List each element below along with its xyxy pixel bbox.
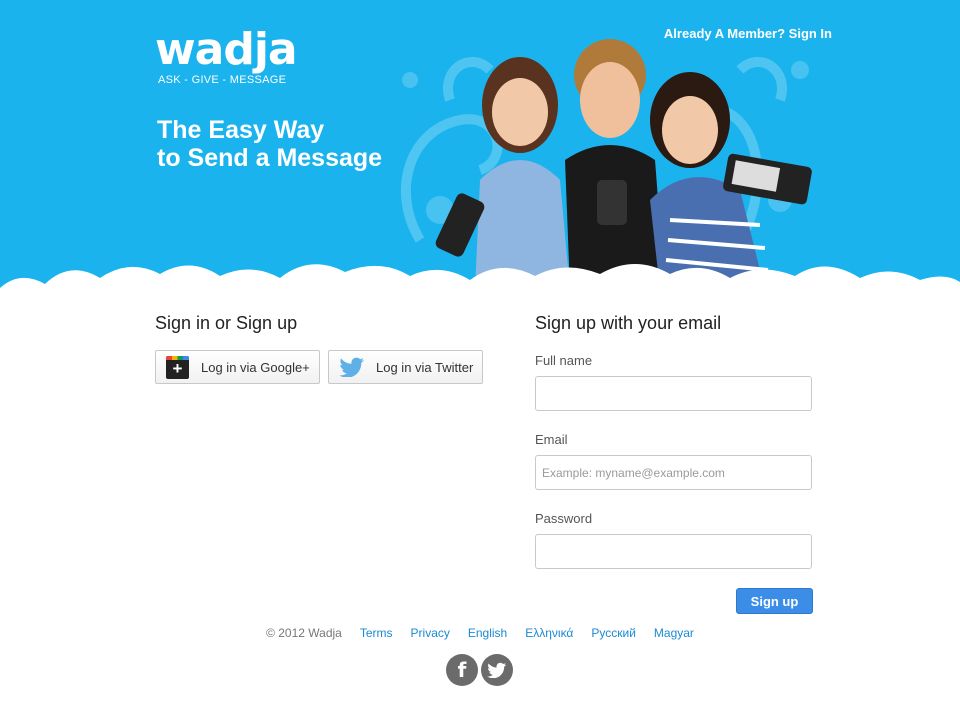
footer-link-russian[interactable]: Русский bbox=[591, 626, 636, 640]
password-label: Password bbox=[535, 511, 593, 526]
email-field[interactable] bbox=[535, 455, 812, 490]
facebook-glyph: f bbox=[457, 658, 467, 682]
sign-in-link[interactable]: Already A Member? Sign In bbox=[664, 26, 832, 41]
facebook-icon[interactable]: f bbox=[446, 654, 478, 686]
wadja-logo[interactable]: wadja bbox=[155, 26, 298, 74]
twitter-glyph bbox=[487, 662, 507, 678]
email-label: Email bbox=[535, 432, 568, 447]
password-field[interactable] bbox=[535, 534, 812, 569]
footer-link-privacy[interactable]: Privacy bbox=[411, 626, 450, 640]
hero-headline: The Easy Way to Send a Message bbox=[157, 116, 457, 172]
signin-section-title: Sign in or Sign up bbox=[155, 313, 298, 333]
signup-button[interactable]: Sign up bbox=[736, 588, 813, 614]
footer-link-english[interactable]: English bbox=[468, 626, 507, 640]
hero-banner: wadja ASK - GIVE - MESSAGE The Easy Way … bbox=[0, 0, 960, 300]
twitter-login-label: Log in via Twitter bbox=[376, 359, 474, 375]
footer: © 2012 Wadja Terms Privacy English Ελλην… bbox=[0, 626, 960, 640]
headline-line-2: to Send a Message bbox=[157, 144, 383, 172]
tagline: ASK - GIVE - MESSAGE bbox=[158, 74, 287, 86]
signup-section-title: Sign up with your email bbox=[535, 313, 722, 333]
google-login-button[interactable]: + Log in via Google+ bbox=[155, 350, 320, 384]
twitter-login-button[interactable]: Log in via Twitter bbox=[328, 350, 483, 384]
headline-line-1: The Easy Way bbox=[157, 116, 325, 144]
footer-link-hungarian[interactable]: Magyar bbox=[654, 626, 694, 640]
social-links: f bbox=[446, 654, 513, 686]
cloud-border bbox=[0, 264, 960, 300]
copyright: © 2012 Wadja bbox=[266, 626, 342, 640]
twitter-bird-icon bbox=[339, 357, 364, 377]
fullname-field[interactable] bbox=[535, 376, 812, 411]
fullname-label: Full name bbox=[535, 353, 593, 368]
footer-link-greek[interactable]: Ελληνικά bbox=[525, 626, 573, 640]
google-plus-icon: + bbox=[166, 355, 189, 379]
twitter-icon[interactable] bbox=[481, 654, 513, 686]
footer-link-terms[interactable]: Terms bbox=[360, 626, 393, 640]
google-login-label: Log in via Google+ bbox=[201, 359, 310, 375]
